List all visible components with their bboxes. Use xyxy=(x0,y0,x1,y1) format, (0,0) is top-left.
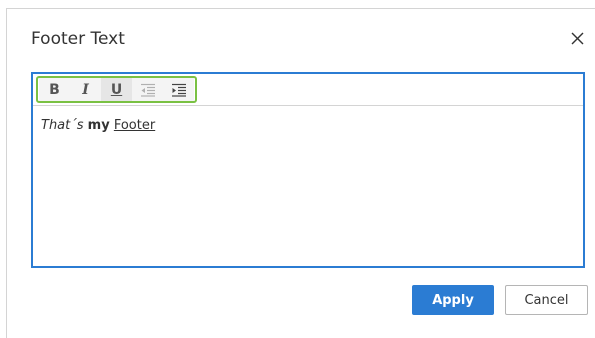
cancel-button[interactable]: Cancel xyxy=(505,285,588,315)
content-italic-text: That´s xyxy=(41,118,84,133)
indent-icon xyxy=(171,83,186,97)
underline-button[interactable]: U xyxy=(101,78,132,101)
content-bold-text: my xyxy=(87,118,110,133)
footer-text-dialog: Footer Text B I U That´s my Footer Apply… xyxy=(6,8,595,338)
apply-button[interactable]: Apply xyxy=(412,285,494,315)
close-button[interactable] xyxy=(566,27,588,49)
rich-text-editor[interactable]: B I U That´s my Footer xyxy=(31,72,585,268)
editor-toolbar: B I U xyxy=(33,74,583,106)
dialog-title: Footer Text xyxy=(31,29,125,49)
outdent-button[interactable] xyxy=(132,78,163,101)
bold-icon: B xyxy=(49,81,60,98)
content-underlined-text: Footer xyxy=(113,118,156,133)
indent-button[interactable] xyxy=(163,78,194,101)
underline-icon: U xyxy=(110,81,123,98)
close-icon xyxy=(571,32,583,44)
editor-content[interactable]: That´s my Footer xyxy=(41,118,155,133)
italic-button[interactable]: I xyxy=(70,78,101,101)
bold-button[interactable]: B xyxy=(39,78,70,101)
italic-icon: I xyxy=(82,81,89,98)
formatting-tool-group: B I U xyxy=(36,76,197,103)
outdent-icon xyxy=(140,83,155,97)
